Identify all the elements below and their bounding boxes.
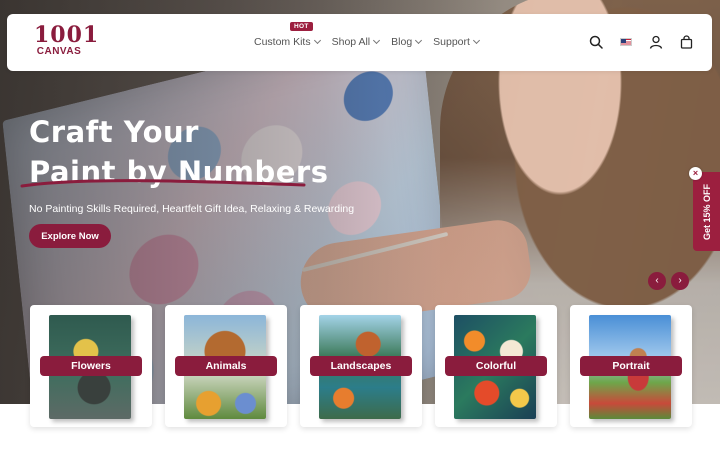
user-icon[interactable] — [648, 34, 664, 50]
discount-side-tab[interactable]: Get 15% OFF — [693, 172, 720, 251]
carousel-prev-button[interactable]: ‹ — [648, 272, 666, 290]
carousel-next-button[interactable]: › — [671, 272, 689, 290]
nav-item-label: Blog — [391, 36, 413, 48]
title-underline-swoosh — [20, 179, 306, 188]
category-card-animals[interactable]: Animals — [165, 305, 287, 427]
explore-now-button[interactable]: Explore Now — [29, 224, 111, 248]
header-actions — [588, 34, 694, 50]
cart-icon[interactable] — [678, 34, 694, 50]
chevron-down-icon — [313, 36, 321, 45]
hero-subtitle: No Painting Skills Required, Heartfelt G… — [29, 203, 355, 215]
us-flag-icon[interactable] — [618, 34, 634, 50]
logo-bottom-text: CANVAS — [36, 46, 82, 57]
flag-swatch — [620, 38, 632, 46]
site-header: 1001 CANVAS HOT Custom Kits Shop All Blo… — [7, 14, 712, 71]
logo-top-text: 1001 — [34, 22, 100, 48]
chevron-down-icon — [373, 36, 381, 45]
nav-item-label: Shop All — [331, 36, 371, 48]
close-icon[interactable]: × — [689, 167, 702, 180]
category-label: Colorful — [445, 356, 547, 376]
nav-item-custom-kits[interactable]: HOT Custom Kits — [254, 22, 321, 48]
hot-badge: HOT — [290, 22, 313, 31]
brand-logo[interactable]: 1001 CANVAS — [34, 22, 100, 64]
category-label: Animals — [175, 356, 277, 376]
nav-item-label: Custom Kits — [254, 36, 311, 48]
search-icon[interactable] — [588, 34, 604, 50]
category-card-colorful[interactable]: Colorful — [435, 305, 557, 427]
chevron-down-icon — [415, 36, 423, 45]
category-card-flowers[interactable]: Flowers — [30, 305, 152, 427]
category-label: Landscapes — [310, 356, 412, 376]
category-card-landscapes[interactable]: Landscapes — [300, 305, 422, 427]
category-label: Flowers — [40, 356, 142, 376]
main-nav: HOT Custom Kits Shop All Blog Support — [254, 22, 480, 48]
discount-tab-label: Get 15% OFF — [701, 183, 712, 240]
hero-title-line1: Craft Your — [29, 115, 199, 149]
nav-item-blog[interactable]: Blog — [391, 36, 423, 48]
category-cards: Flowers Animals Landscapes Colorful Port… — [30, 305, 692, 427]
nav-item-shop-all[interactable]: Shop All — [331, 36, 381, 48]
category-card-portrait[interactable]: Portrait — [570, 305, 692, 427]
nav-item-support[interactable]: Support — [433, 36, 480, 48]
chevron-down-icon — [472, 36, 480, 45]
category-label: Portrait — [580, 356, 682, 376]
nav-item-label: Support — [433, 36, 470, 48]
